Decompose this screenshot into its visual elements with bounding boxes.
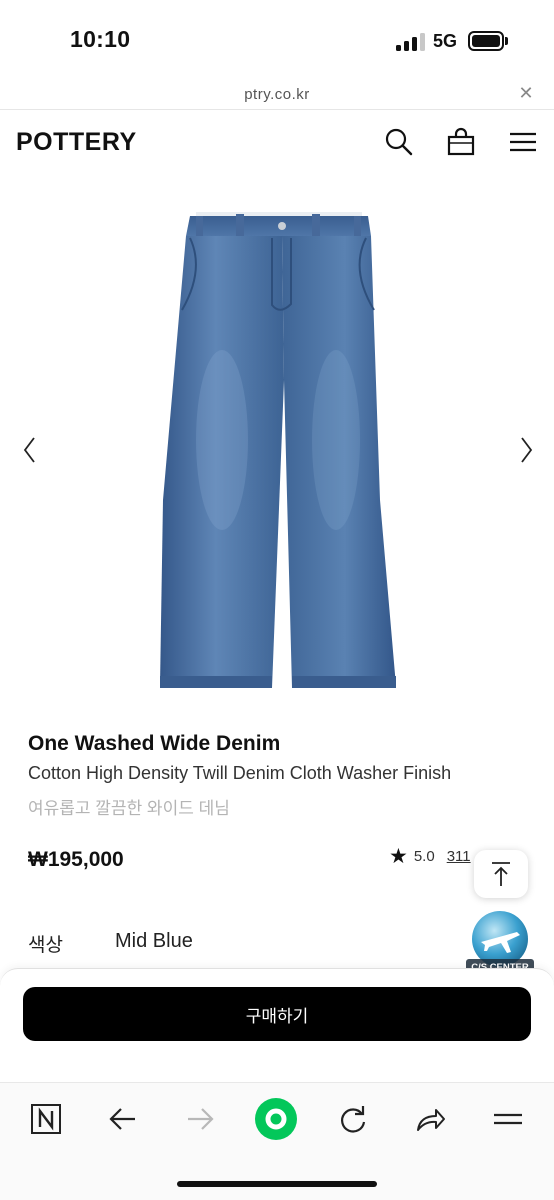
prev-image-arrow-icon[interactable]	[22, 432, 42, 468]
purchase-sheet: 구매하기	[0, 968, 554, 1082]
product-description: 여유롭고 깔끔한 와이드 데님	[28, 799, 230, 818]
product-title: One Washed Wide Denim	[28, 732, 281, 755]
next-image-arrow-icon[interactable]	[514, 432, 534, 468]
menu-icon[interactable]	[486, 1097, 530, 1141]
site-header: POTTERY	[0, 110, 554, 176]
battery-icon	[468, 31, 504, 51]
forward-arrow-icon	[178, 1097, 222, 1141]
url-text[interactable]: ptry.co.kr	[0, 86, 554, 103]
browser-toolbar	[0, 1082, 554, 1200]
review-count-link[interactable]: 311	[447, 848, 471, 865]
close-icon[interactable]: ✕	[516, 83, 536, 103]
denim-jeans-image	[160, 212, 396, 688]
buy-button[interactable]: 구매하기	[23, 987, 531, 1041]
cs-center-badge[interactable]: C/S CENTER	[465, 910, 535, 976]
star-icon: ★	[389, 844, 408, 868]
home-indicator	[177, 1181, 377, 1187]
status-bar: 10:10 5G	[0, 0, 554, 80]
search-icon[interactable]	[383, 126, 415, 158]
reload-icon[interactable]	[331, 1097, 375, 1141]
product-rating[interactable]: ★ 5.0 311	[389, 844, 471, 868]
menu-icon[interactable]	[507, 126, 539, 158]
signal-strength-icon	[396, 33, 426, 51]
option-value[interactable]: Mid Blue	[115, 930, 193, 953]
option-label: 색상	[28, 935, 63, 956]
browser-url-bar[interactable]: ptry.co.kr ✕	[0, 80, 554, 110]
status-time: 10:10	[70, 26, 131, 52]
green-home-icon[interactable]	[254, 1097, 298, 1141]
arrow-up-to-top-icon[interactable]	[474, 850, 528, 898]
product-image[interactable]	[0, 200, 554, 700]
naver-n-icon[interactable]	[24, 1097, 68, 1141]
share-icon[interactable]	[408, 1097, 452, 1141]
rating-score: 5.0	[413, 847, 435, 865]
site-logo[interactable]: POTTERY	[16, 128, 137, 157]
network-type: 5G	[433, 31, 458, 51]
product-price: ₩195,000	[28, 848, 124, 871]
back-arrow-icon[interactable]	[101, 1097, 145, 1141]
shopping-bag-icon[interactable]	[445, 126, 477, 158]
product-subtitle: Cotton High Density Twill Denim Cloth Wa…	[28, 763, 452, 783]
